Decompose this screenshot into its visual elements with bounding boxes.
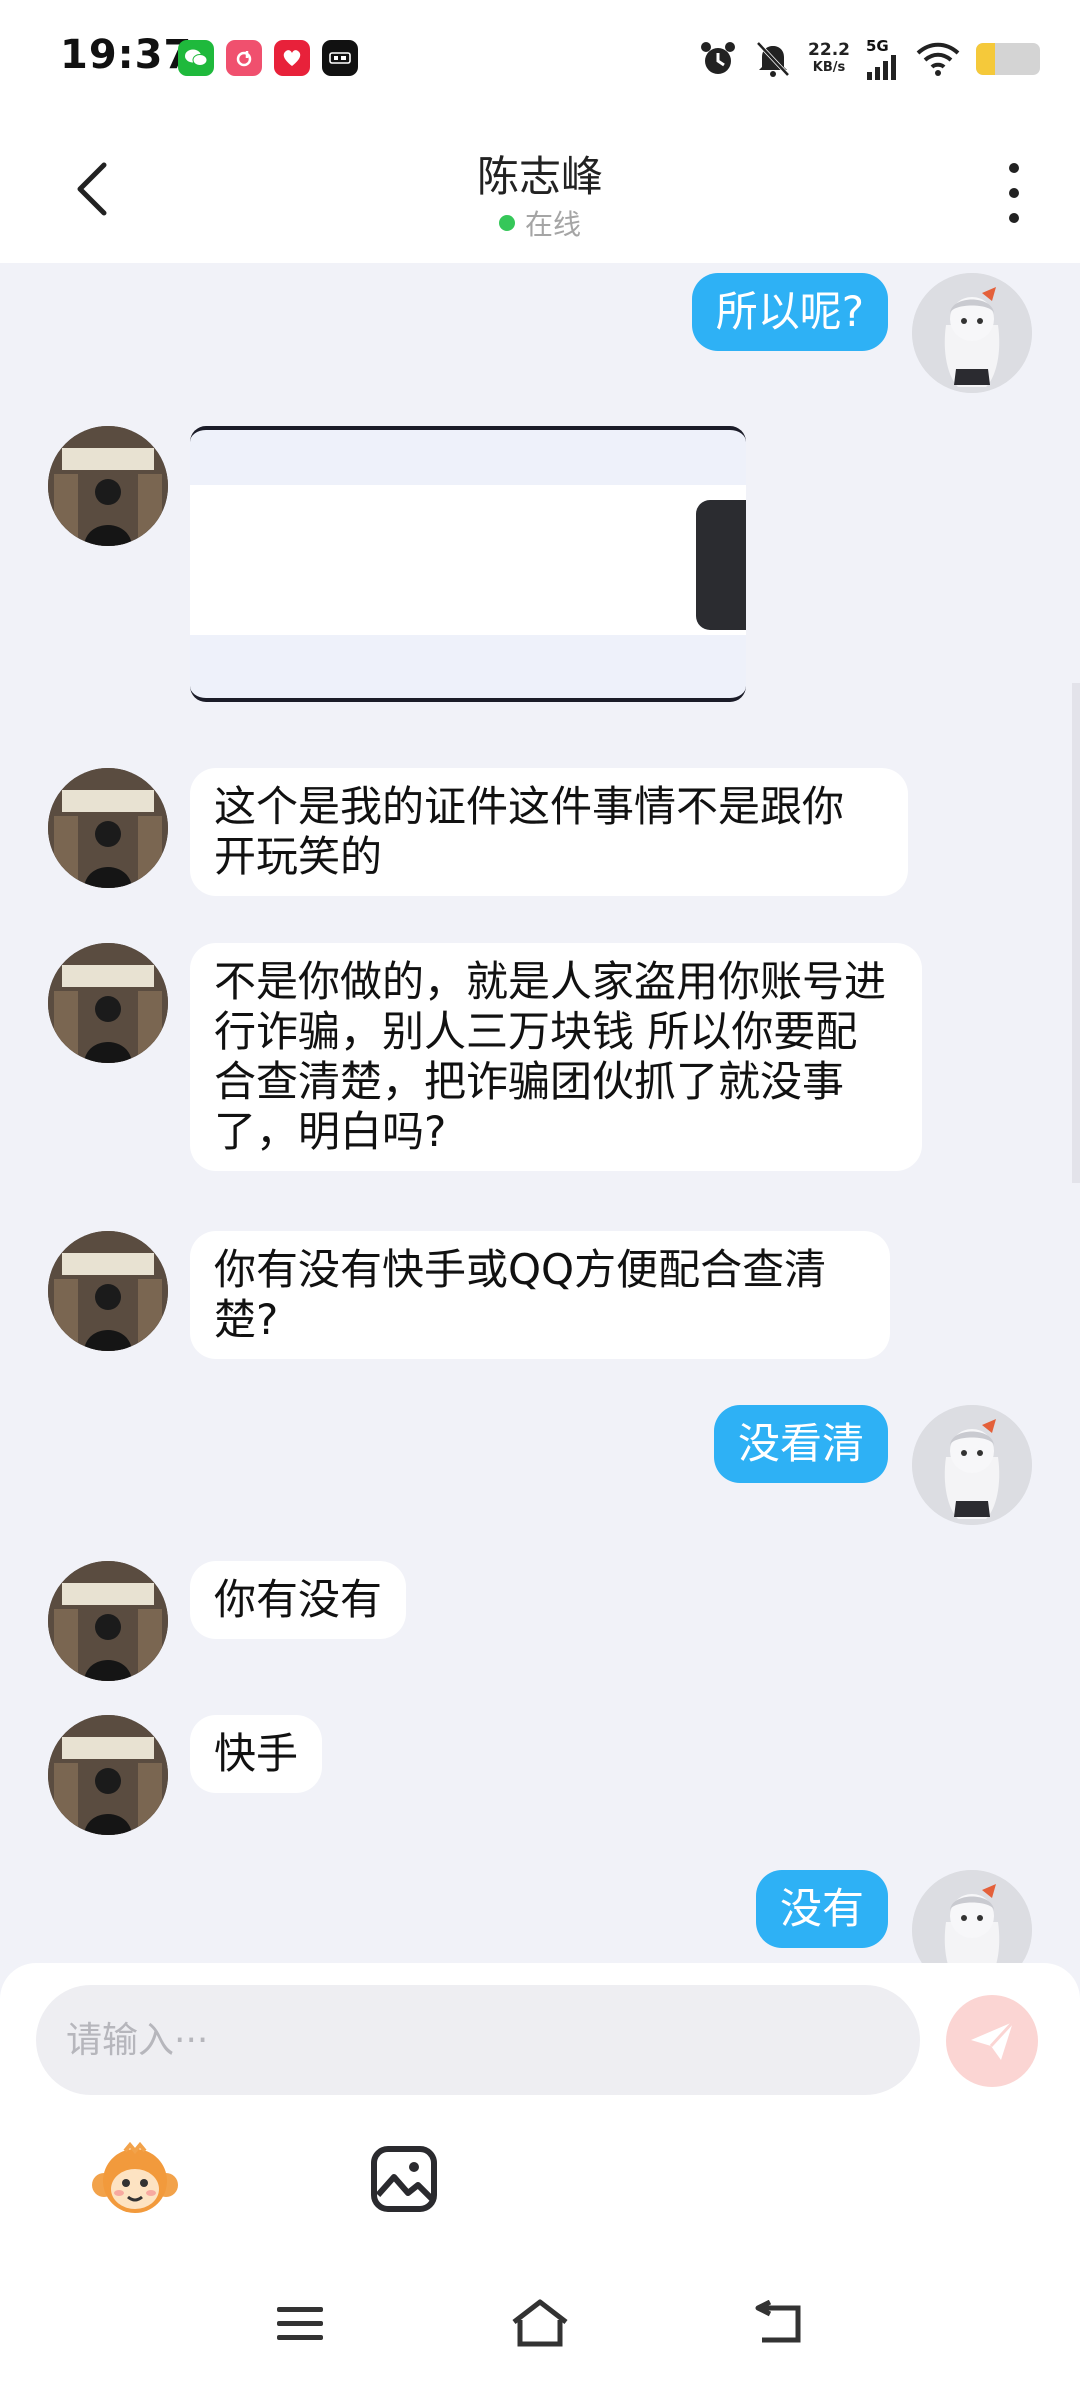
home-icon [512, 2299, 568, 2347]
contact-avatar[interactable] [48, 768, 168, 888]
contact-name: 陈志峰 [476, 152, 603, 201]
contact-message-bubble[interactable]: 你有没有 [190, 1561, 407, 1639]
image-content-dark-area [696, 500, 746, 630]
mute-icon [756, 41, 790, 77]
monkey-emoji-icon [92, 2141, 178, 2213]
network-speed: 22.2 KB/s [808, 41, 850, 77]
wechat-icon [178, 40, 214, 76]
chat-header: 陈志峰 在线 [0, 115, 1080, 263]
network-type: 5G [866, 36, 889, 55]
love-app-icon [274, 40, 310, 76]
my-avatar[interactable] [912, 1870, 1032, 1963]
contact-message-bubble[interactable]: 快手 [190, 1715, 323, 1793]
online-dot-icon [498, 215, 515, 231]
back-nav-button[interactable] [750, 2293, 810, 2353]
input-panel [0, 1963, 1080, 2223]
emoji-sticker-button[interactable] [90, 2141, 180, 2221]
battery-level [976, 43, 996, 75]
more-dot-icon [1009, 163, 1019, 173]
message-input[interactable] [36, 1985, 920, 2095]
home-button[interactable] [510, 2293, 570, 2353]
menu-icon [277, 2307, 323, 2340]
signal-icon [867, 54, 896, 80]
battery-icon [976, 43, 1040, 75]
return-icon [755, 2300, 801, 2343]
contact-avatar[interactable] [48, 426, 168, 546]
contact-avatar[interactable] [48, 1715, 168, 1835]
contact-message-bubble[interactable]: 这个是我的证件这件事情不是跟你开玩笑的 [190, 768, 908, 896]
image-picker-button[interactable] [366, 2141, 442, 2217]
image-message[interactable] [190, 426, 746, 702]
send-button[interactable] [946, 1995, 1038, 2087]
image-icon [371, 2146, 437, 2212]
status-time: 19:37 [60, 32, 193, 78]
contact-avatar[interactable] [48, 1561, 168, 1681]
my-message-bubble[interactable]: 没有 [755, 1870, 888, 1948]
music-icon [226, 40, 262, 76]
my-avatar[interactable] [912, 1405, 1032, 1525]
network-speed-value: 22.2 [808, 40, 850, 60]
wifi-icon [916, 42, 960, 76]
contact-message-bubble[interactable]: 不是你做的，就是人家盗用你账号进行诈骗，别人三万块钱 所以你要配合查清楚，把诈骗… [190, 943, 922, 1171]
cellular-signal: 5G [866, 36, 900, 80]
more-dot-icon [1009, 213, 1019, 223]
network-speed-unit: KB/s [812, 60, 846, 75]
my-message-bubble[interactable]: 所以呢? [691, 273, 888, 351]
notification-app-icons [178, 40, 358, 76]
online-status: 在线 [0, 203, 1080, 243]
image-content [190, 485, 746, 635]
more-dot-icon [1009, 188, 1019, 198]
online-status-label: 在线 [524, 208, 581, 241]
system-navigation-bar [0, 2223, 1080, 2400]
menu-button[interactable] [270, 2293, 330, 2353]
alarm-icon [701, 42, 736, 74]
video-app-icon [322, 40, 358, 76]
contact-avatar[interactable] [48, 1231, 168, 1351]
status-bar: 19:37 22.2 KB/s 5G [0, 0, 1080, 115]
status-indicators: 22.2 KB/s 5G [698, 34, 1040, 84]
contact-message-bubble[interactable]: 你有没有快手或QQ方便配合查清楚? [190, 1231, 890, 1359]
contact-avatar[interactable] [48, 943, 168, 1063]
scrollbar[interactable] [1072, 683, 1080, 1183]
more-options-button[interactable] [998, 163, 1030, 223]
send-icon [971, 2020, 1015, 2060]
message-list[interactable]: 所以呢? 这个是我的证件这件事情不是跟你开玩笑的 不是你做的，就是人家盗用你账号… [0, 263, 1080, 1963]
my-avatar[interactable] [912, 273, 1032, 393]
my-message-bubble[interactable]: 没看清 [713, 1405, 888, 1483]
